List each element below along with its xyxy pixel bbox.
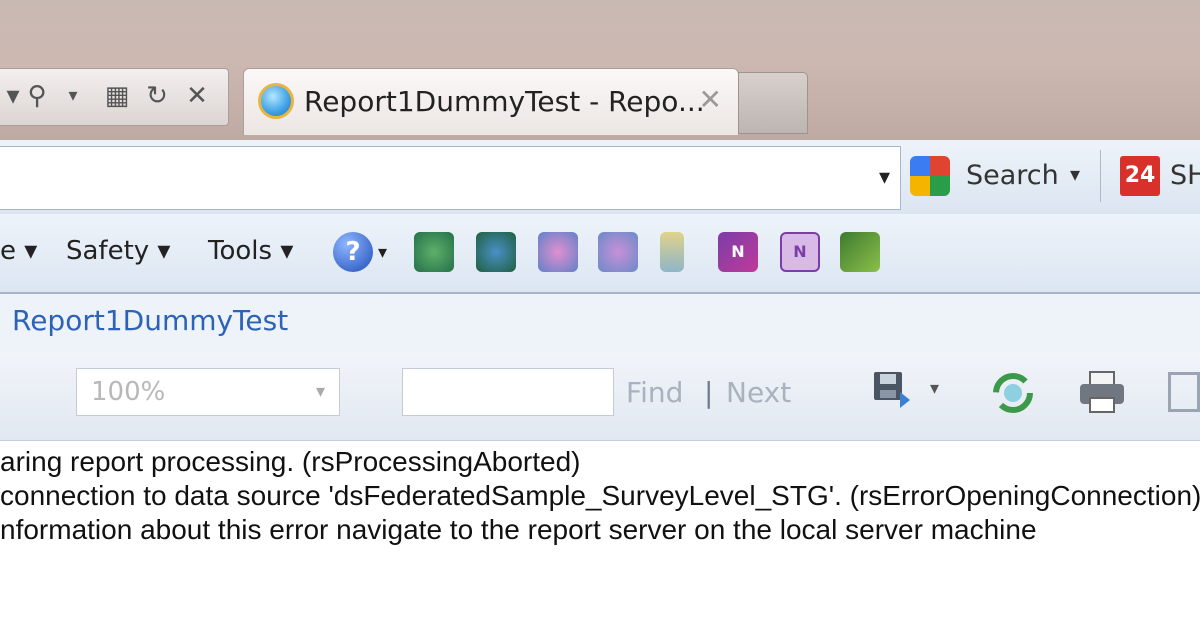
tools-menu[interactable]: Tools ▾	[208, 236, 293, 266]
chevron-down-icon[interactable]: ▾	[60, 81, 86, 111]
error-message-line: aring report processing. (rsProcessingAb…	[0, 446, 581, 477]
addon-green-icon[interactable]	[414, 232, 454, 272]
error-message-line: nformation about this error navigate to …	[0, 514, 1037, 545]
search-icon[interactable]: ⚲	[24, 81, 50, 111]
print-icon[interactable]	[1076, 368, 1128, 420]
report-header: Report1DummyTest	[0, 294, 1200, 353]
find-link[interactable]: Find	[626, 376, 683, 409]
addon-note-icon[interactable]	[660, 232, 684, 272]
new-tab-button[interactable]	[738, 72, 808, 134]
chevron-down-icon[interactable]: ▾	[930, 378, 939, 399]
chevron-down-icon[interactable]: ▾	[879, 165, 890, 190]
tab-title: Report1DummyTest - Repo...	[304, 85, 705, 118]
help-icon[interactable]: ?	[333, 232, 373, 272]
chevron-down-icon[interactable]: ▾	[1070, 162, 1080, 186]
refresh-icon[interactable]: ↻	[144, 81, 170, 111]
safety-menu[interactable]: Safety ▾	[66, 236, 171, 266]
toolbar-separator	[1100, 150, 1101, 202]
close-tab-icon[interactable]: ✕	[699, 83, 722, 116]
page-title[interactable]: Report1DummyTest	[12, 304, 288, 337]
next-link[interactable]: Next	[726, 376, 791, 409]
command-bar: e ▾ Safety ▾ Tools ▾ ? ▾ N N	[0, 214, 1200, 294]
layout-icon[interactable]	[1168, 372, 1200, 412]
find-separator: |	[704, 376, 714, 409]
error-message-line: connection to data source 'dsFederatedSa…	[0, 480, 1200, 511]
address-search-row: ▾ Search ▾ 24 SH	[0, 140, 1200, 215]
addon-puzzle-icon[interactable]	[538, 232, 578, 272]
onenote-send-icon[interactable]: N	[780, 232, 820, 272]
find-input[interactable]	[402, 368, 614, 416]
report-toolbar: 100% ▾ Find | Next ▾	[0, 352, 1200, 441]
page-menu[interactable]: e ▾	[0, 236, 37, 266]
chevron-down-icon[interactable]: ▾	[378, 242, 387, 263]
refresh-icon[interactable]	[990, 370, 1036, 420]
addon-excel-icon[interactable]	[840, 232, 880, 272]
google-icon	[910, 156, 950, 196]
dropdown-arrow-icon[interactable]: ▾	[0, 81, 26, 111]
search-label: Search	[966, 160, 1059, 191]
addon-puzzle-icon-2[interactable]	[598, 232, 638, 272]
address-controls: ▾ ⚲ ▾ ▦ ↻ ✕	[0, 68, 229, 126]
chevron-down-icon[interactable]: ▾	[316, 381, 325, 402]
zoom-value: 100%	[91, 377, 166, 407]
stop-icon[interactable]: ✕	[184, 81, 210, 111]
export-icon[interactable]	[870, 366, 916, 416]
zoom-select[interactable]: 100% ▾	[76, 368, 340, 416]
search-input[interactable]: ▾	[0, 146, 901, 210]
addon-label[interactable]: SH	[1170, 160, 1200, 191]
title-bar: ▾ ⚲ ▾ ▦ ↻ ✕ Report1DummyTest - Repo... ✕	[0, 0, 1200, 140]
addon-icon[interactable]: 24	[1120, 156, 1160, 196]
browser-tab-active[interactable]: Report1DummyTest - Repo... ✕	[243, 68, 739, 135]
compatibility-view-icon[interactable]: ▦	[104, 81, 130, 111]
addon-teal-icon[interactable]	[476, 232, 516, 272]
onenote-icon[interactable]: N	[718, 232, 758, 272]
internet-explorer-icon	[258, 83, 294, 119]
